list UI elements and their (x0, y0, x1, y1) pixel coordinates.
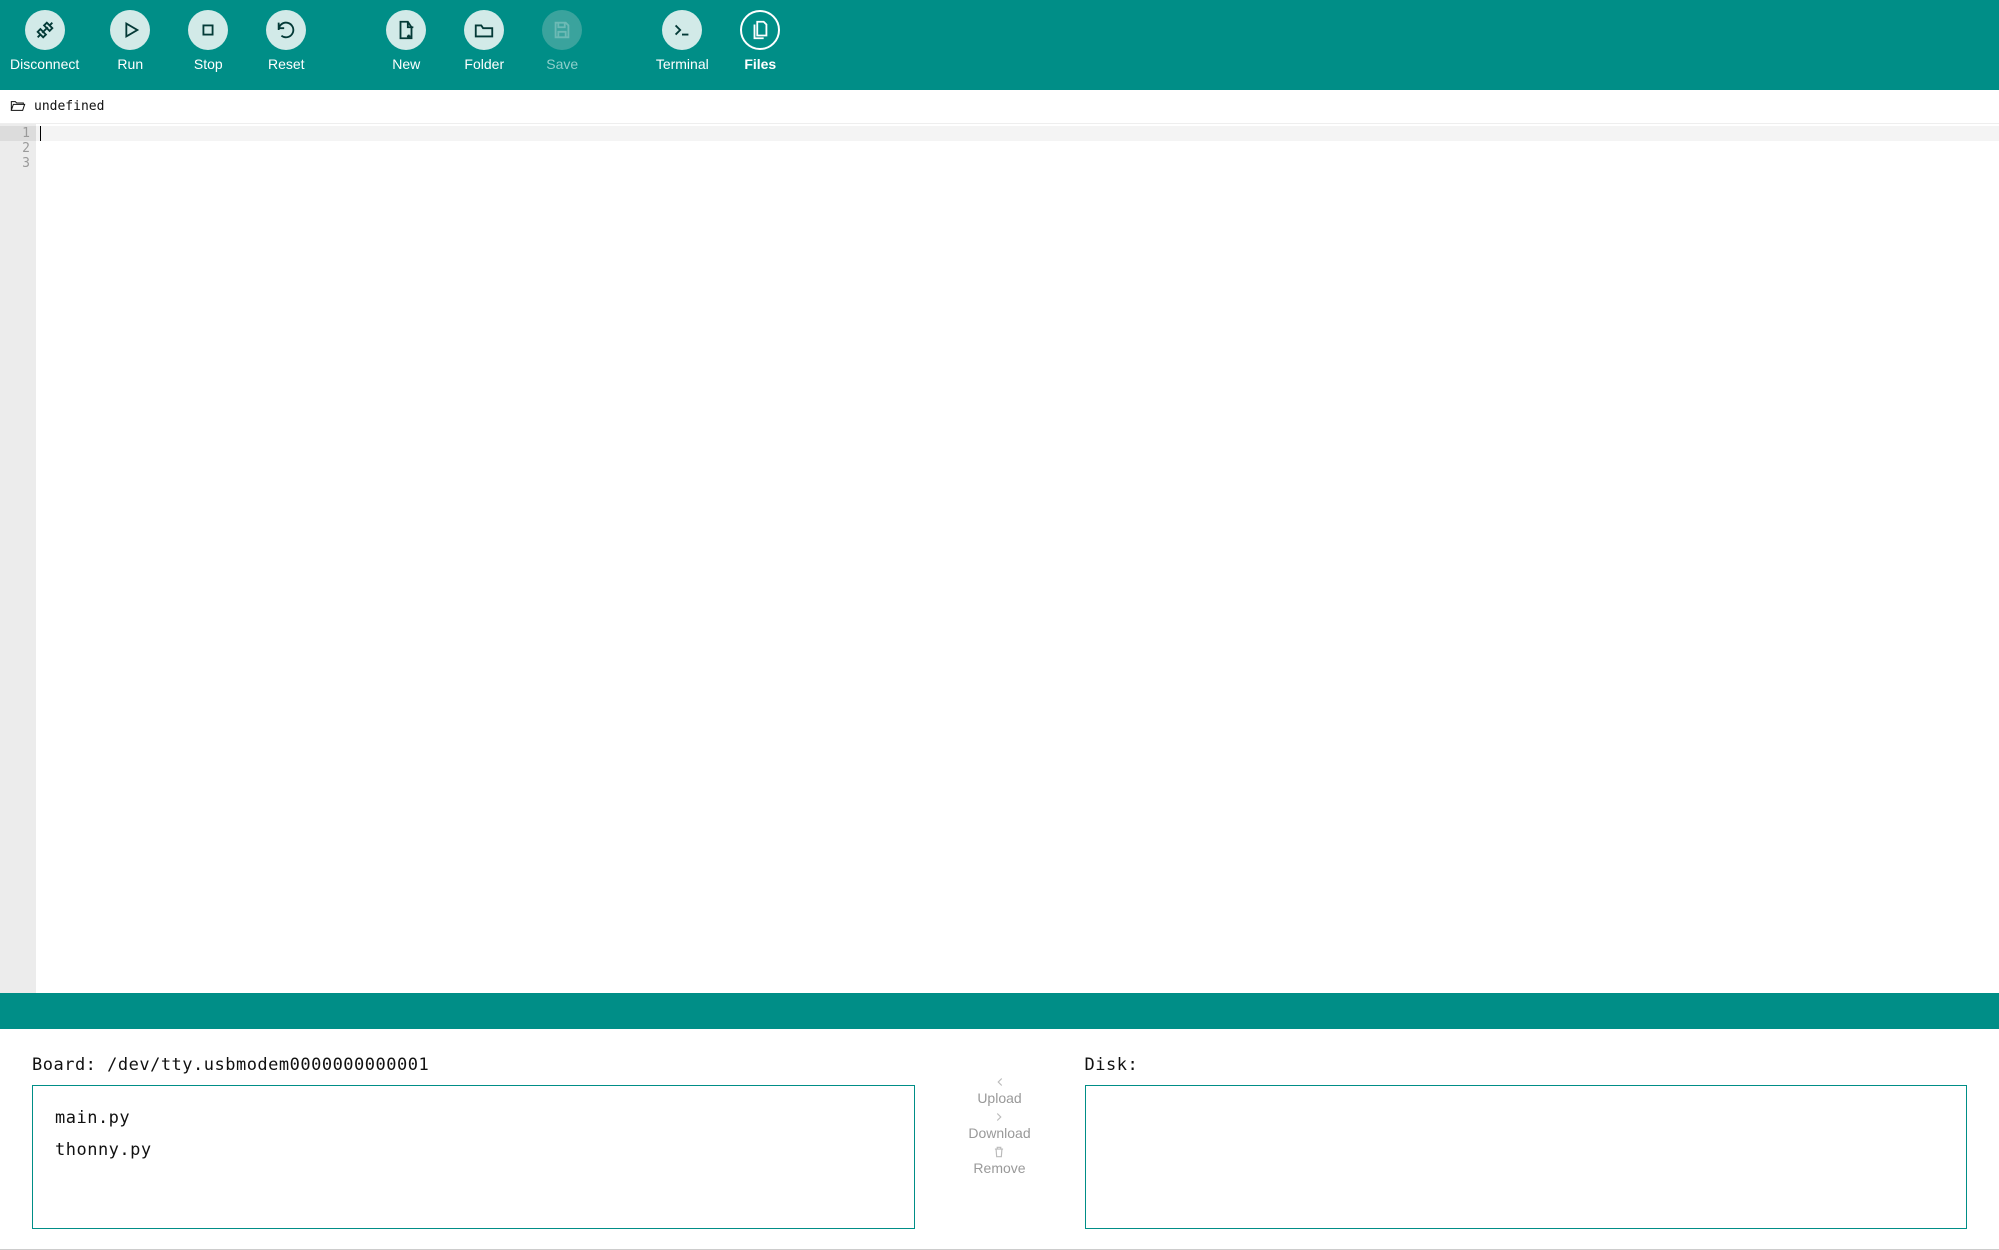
board-column: Board: /dev/tty.usbmodem0000000000001 ma… (32, 1055, 915, 1229)
terminal-icon (662, 10, 702, 50)
reset-icon (266, 10, 306, 50)
line-number: 2 (6, 141, 30, 156)
folder-button[interactable]: Folder (457, 10, 511, 72)
disk-column: Disk: (1085, 1055, 1968, 1229)
toolbar-group-file: New Folder Save (379, 10, 589, 72)
terminal-button[interactable]: Terminal (655, 10, 709, 72)
disk-file-list[interactable] (1085, 1085, 1968, 1229)
panel-divider[interactable] (0, 993, 1999, 1029)
file-tab[interactable]: undefined (0, 90, 1999, 124)
current-line-highlight (36, 126, 1999, 141)
files-button[interactable]: Files (733, 10, 787, 72)
disconnect-button[interactable]: Disconnect (10, 10, 79, 72)
board-file-item[interactable]: thonny.py (55, 1134, 892, 1166)
folder-open-icon (10, 98, 26, 116)
toolbar-group-view: Terminal Files (655, 10, 787, 72)
new-file-icon (386, 10, 426, 50)
line-number: 3 (6, 156, 30, 171)
board-file-item[interactable]: main.py (55, 1102, 892, 1134)
save-icon (542, 10, 582, 50)
toolbar: Disconnect Run Stop Reset New (0, 0, 1999, 90)
file-tab-name: undefined (34, 99, 104, 114)
code-editor[interactable]: 1 2 3 (0, 124, 1999, 993)
toolbar-group-connection: Disconnect Run Stop Reset (10, 10, 313, 72)
board-file-list[interactable]: main.py thonny.py (32, 1085, 915, 1229)
files-panel: Board: /dev/tty.usbmodem0000000000001 ma… (0, 1029, 1999, 1249)
disk-title: Disk: (1085, 1055, 1968, 1075)
download-button[interactable]: Download (968, 1112, 1030, 1141)
remove-button[interactable]: Remove (973, 1147, 1025, 1176)
save-button: Save (535, 10, 589, 72)
files-icon (740, 10, 780, 50)
upload-button[interactable]: Upload (977, 1077, 1021, 1106)
plug-icon (25, 10, 65, 50)
reset-button[interactable]: Reset (259, 10, 313, 72)
line-gutter: 1 2 3 (0, 124, 36, 993)
run-button[interactable]: Run (103, 10, 157, 72)
code-area[interactable] (36, 124, 1999, 993)
line-number: 1 (0, 126, 36, 141)
stop-icon (188, 10, 228, 50)
stop-button[interactable]: Stop (181, 10, 235, 72)
transfer-controls: Upload Download Remove (915, 1055, 1085, 1229)
play-icon (110, 10, 150, 50)
folder-icon (464, 10, 504, 50)
new-button[interactable]: New (379, 10, 433, 72)
board-title: Board: /dev/tty.usbmodem0000000000001 (32, 1055, 915, 1075)
text-cursor (40, 126, 41, 141)
